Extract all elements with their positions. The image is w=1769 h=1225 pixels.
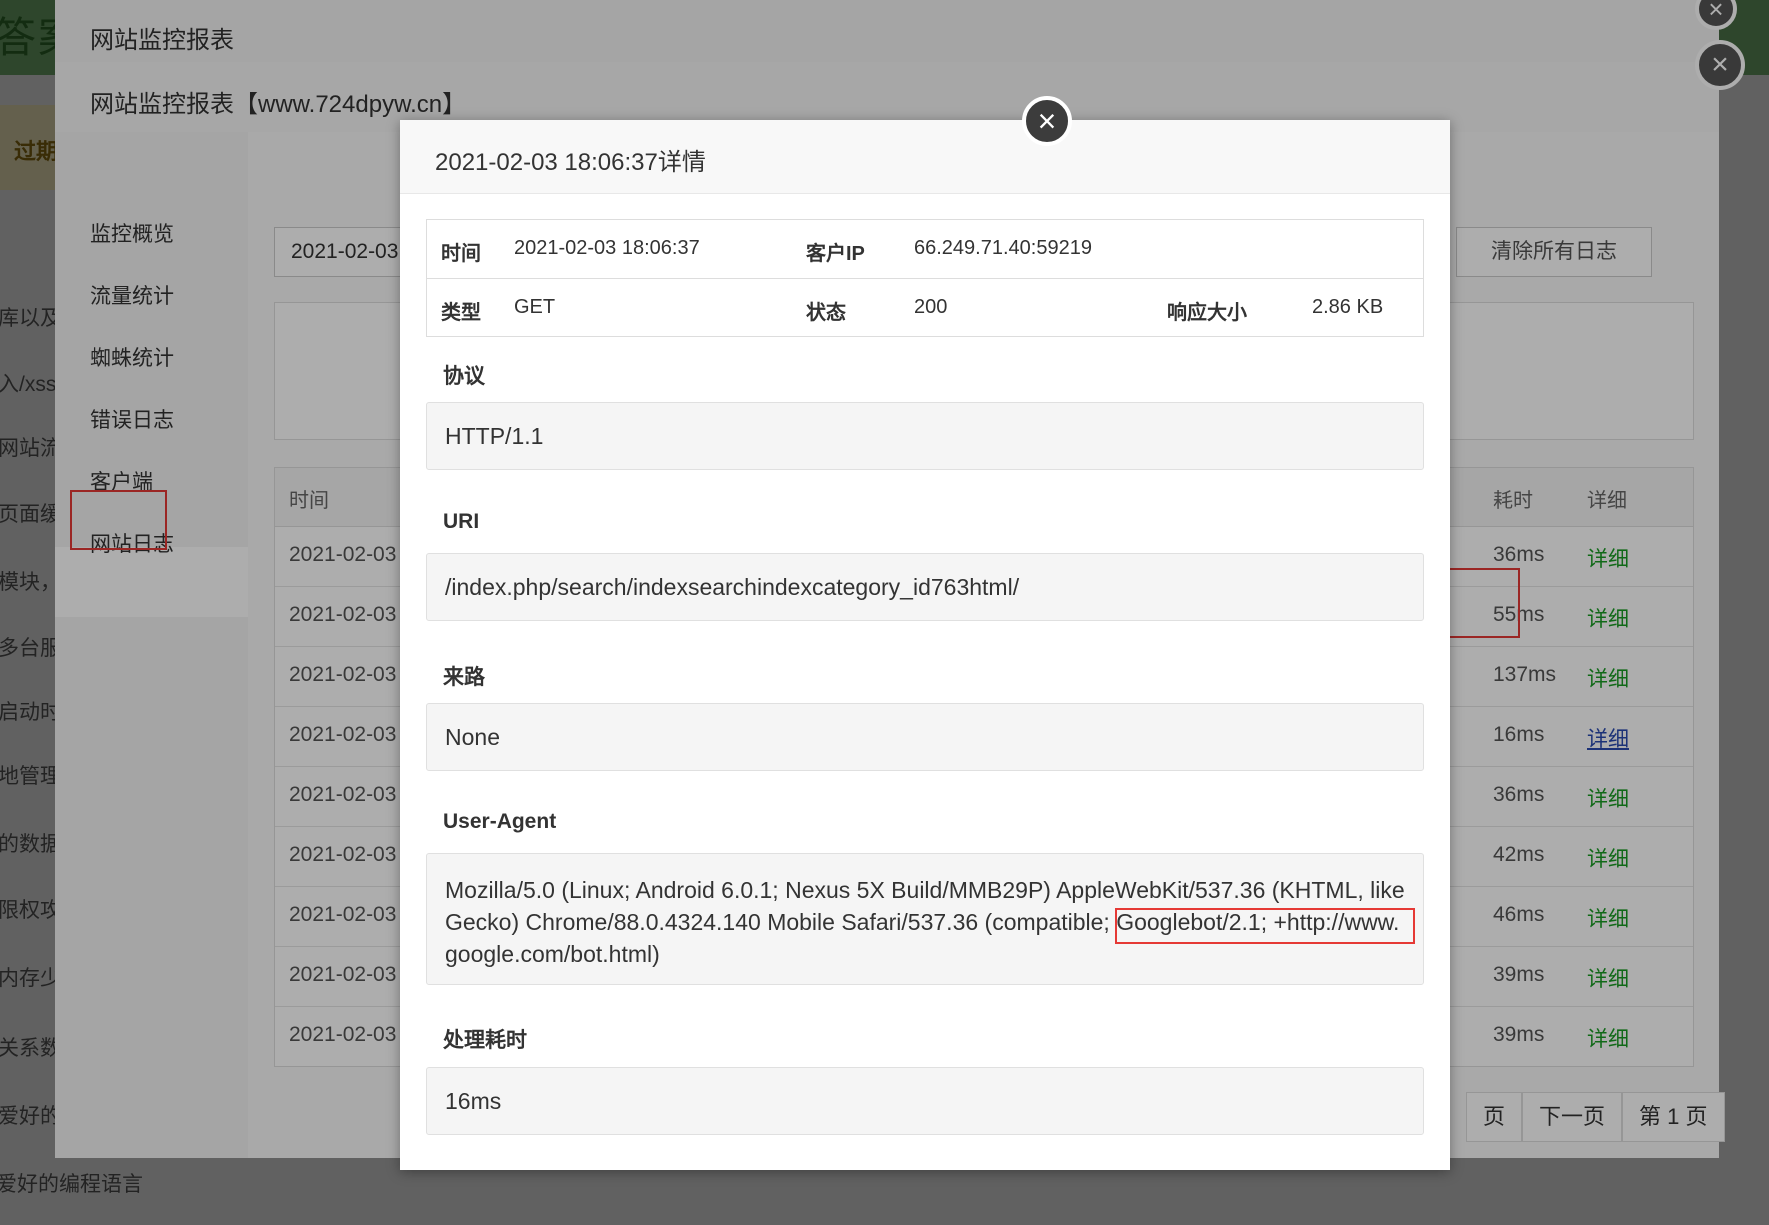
process-time-label: 处理耗时 (443, 1029, 527, 1052)
uri-label: URI (443, 510, 480, 533)
request-info-table: 时间 2021-02-03 18:06:37 客户IP 66.249.71.40… (426, 219, 1424, 337)
protocol-value: HTTP/1.1 (426, 402, 1424, 470)
uri-value: /index.php/search/indexsearchindexcatego… (426, 553, 1424, 621)
type-value: GET (514, 296, 556, 318)
time-label: 时间 (441, 243, 481, 265)
client-ip-label: 客户IP (806, 243, 865, 265)
modal-title: 2021-02-03 18:06:37详情 (435, 149, 706, 176)
client-ip-value: 66.249.71.40:59219 (914, 237, 1092, 259)
status-value: 200 (914, 296, 948, 318)
info-row: 类型 GET 状态 200 响应大小 2.86 KB (427, 278, 1423, 337)
info-row: 时间 2021-02-03 18:06:37 客户IP 66.249.71.40… (427, 220, 1423, 278)
user-agent-label: User-Agent (443, 810, 557, 833)
referer-value: None (426, 703, 1424, 771)
response-size-value: 2.86 KB (1312, 296, 1384, 318)
user-agent-box: Mozilla/5.0 (Linux; Android 6.0.1; Nexus… (426, 853, 1424, 985)
close-icon[interactable]: × (1022, 96, 1072, 146)
referer-label: 来路 (443, 666, 485, 689)
log-detail-modal: 2021-02-03 18:06:37详情 时间 2021-02-03 18:0… (400, 120, 1450, 1170)
modal-header: 2021-02-03 18:06:37详情 (400, 120, 1450, 194)
status-label: 状态 (806, 302, 846, 324)
type-label: 类型 (441, 302, 481, 324)
protocol-label: 协议 (443, 365, 485, 388)
process-time-value: 16ms (426, 1067, 1424, 1135)
response-size-label: 响应大小 (1167, 302, 1247, 324)
googlebot-highlight-box (1115, 908, 1415, 944)
time-value: 2021-02-03 18:06:37 (514, 237, 700, 259)
